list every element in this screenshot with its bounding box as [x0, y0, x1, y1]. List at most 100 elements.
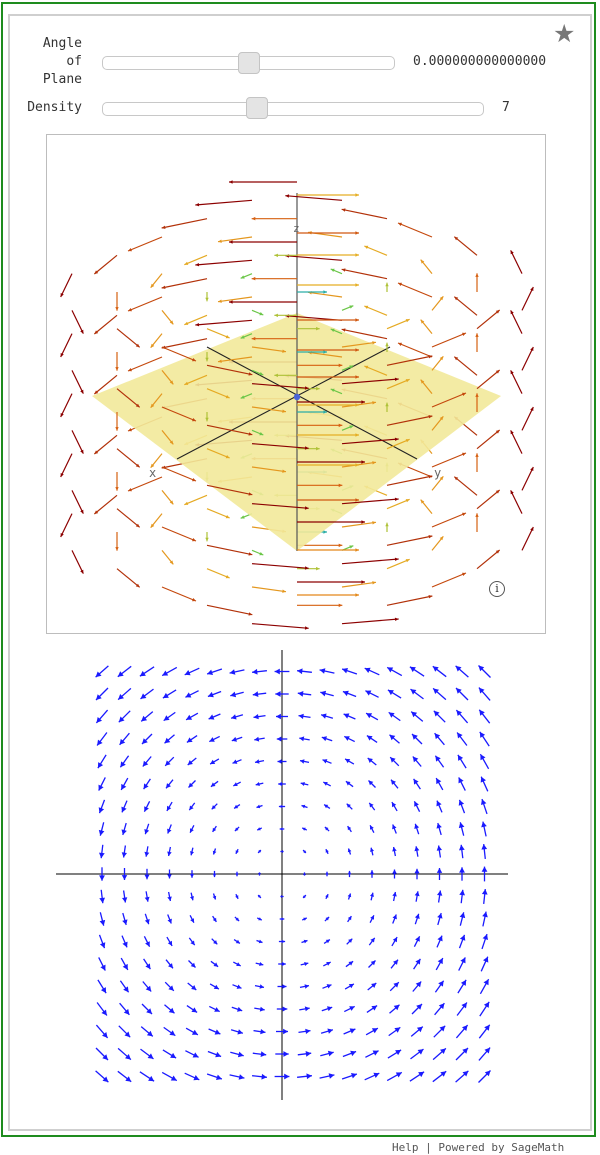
vector-arrow-head	[435, 755, 441, 762]
vector-arrow-head	[189, 874, 195, 878]
field-arrow	[476, 549, 501, 570]
field-arrow	[161, 278, 208, 289]
field-arrow-head	[323, 530, 327, 534]
field-arrow	[386, 535, 433, 546]
vector-arrow-head	[436, 868, 443, 873]
vector-arrow-head	[438, 980, 444, 987]
vector-arrow-head	[436, 823, 442, 829]
vector-arrow-head	[231, 714, 237, 720]
star-icon[interactable]: ★	[553, 19, 575, 49]
help-link[interactable]: Help	[392, 1141, 419, 1154]
y-axis-label: y	[434, 466, 441, 480]
density-slider[interactable]	[102, 102, 484, 116]
field-arrow	[60, 273, 73, 298]
vector-arrow-head	[482, 911, 488, 918]
vector-arrow-head	[144, 874, 150, 880]
density-slider-handle[interactable]	[246, 97, 268, 119]
field-arrow-head	[385, 342, 389, 347]
field-arrow-head	[355, 283, 359, 287]
field-arrow-head	[304, 566, 309, 570]
vector-arrow-head	[282, 1006, 288, 1012]
field-arrow	[251, 586, 287, 593]
powered-by-link[interactable]: Powered by SageMath	[438, 1141, 564, 1154]
field-arrow	[386, 318, 410, 330]
field-arrow	[206, 544, 253, 556]
field-arrow	[60, 453, 73, 478]
field-arrow	[116, 568, 141, 588]
vector-arrow-head	[167, 896, 172, 901]
field-arrow-head	[385, 522, 389, 527]
field-arrow-head	[285, 254, 290, 258]
field-arrow	[341, 208, 388, 220]
vector-arrow-head	[259, 984, 264, 989]
vector-arrow-head	[167, 851, 172, 856]
field-arrow	[453, 236, 478, 256]
field-arrow-head	[394, 557, 399, 561]
vector-arrow-head	[276, 736, 282, 742]
info-icon[interactable]: i	[489, 581, 505, 597]
field-arrow	[397, 222, 433, 238]
vector-arrow-head	[261, 1073, 267, 1080]
field-arrow	[285, 195, 343, 201]
vector-arrow-head	[481, 844, 488, 850]
field-arrow	[476, 429, 501, 450]
vector-arrow-head	[278, 781, 282, 787]
angle-label-line-1: Angle	[42, 36, 82, 51]
field-arrow	[521, 526, 534, 551]
field-arrow	[71, 490, 84, 514]
vector-arrow-head	[300, 759, 305, 764]
vector-arrow-head	[235, 873, 239, 877]
field-arrow	[195, 199, 253, 206]
angle-label-line-3: Plane	[42, 72, 82, 87]
field-arrow	[71, 370, 84, 394]
field-arrow-head	[385, 282, 389, 287]
field-arrow	[71, 310, 84, 334]
vector-field-3d-plot[interactable]: z x y	[46, 134, 546, 634]
field-arrow	[93, 434, 118, 455]
field-arrow-head	[195, 203, 200, 207]
angle-label: Angle of Plane	[20, 35, 82, 89]
field-arrow	[364, 305, 388, 316]
density-value: 7	[502, 100, 510, 115]
field-arrow	[127, 236, 163, 252]
vector-arrow-head	[392, 869, 397, 874]
field-arrow	[476, 489, 501, 510]
footer-separator: |	[425, 1141, 432, 1154]
vector-arrow-head	[328, 1073, 335, 1079]
vector-arrow-head	[278, 804, 283, 809]
field-arrow	[521, 286, 534, 311]
field-arrow	[127, 476, 163, 492]
vector-arrow-head	[304, 984, 309, 989]
field-arrow	[386, 595, 433, 606]
field-arrow	[161, 338, 208, 349]
field-arrow	[116, 448, 141, 468]
field-arrow	[93, 314, 118, 335]
field-arrow-head	[361, 580, 365, 584]
vector-arrow-head	[437, 913, 443, 919]
field-arrow-head	[205, 537, 209, 542]
vector-arrow-head	[98, 829, 105, 836]
vector-arrow-head	[275, 691, 281, 697]
vector-arrow-head	[327, 1050, 334, 1057]
field-arrow	[161, 526, 197, 542]
vector-arrow-head	[99, 875, 105, 881]
vector-arrow-head	[481, 866, 488, 872]
field-arrow	[476, 369, 501, 390]
field-arrow	[206, 604, 253, 616]
field-arrow-head	[115, 547, 119, 551]
angle-slider-handle[interactable]	[237, 52, 260, 74]
vector-arrow-head	[212, 873, 217, 878]
vector-arrow-head	[394, 1027, 401, 1033]
field-arrow	[431, 572, 467, 588]
field-arrow	[195, 259, 253, 266]
field-arrow	[521, 346, 534, 371]
vector-arrow-head	[276, 713, 281, 720]
vector-arrow-head	[252, 668, 258, 675]
field-arrow-head	[475, 333, 479, 337]
field-arrow-head	[304, 626, 309, 630]
field-arrow-head	[205, 297, 209, 302]
field-arrow-head	[355, 193, 359, 197]
vector-arrow-head	[297, 668, 303, 675]
vector-arrow-head	[320, 690, 327, 697]
field-arrow-head	[115, 427, 119, 431]
